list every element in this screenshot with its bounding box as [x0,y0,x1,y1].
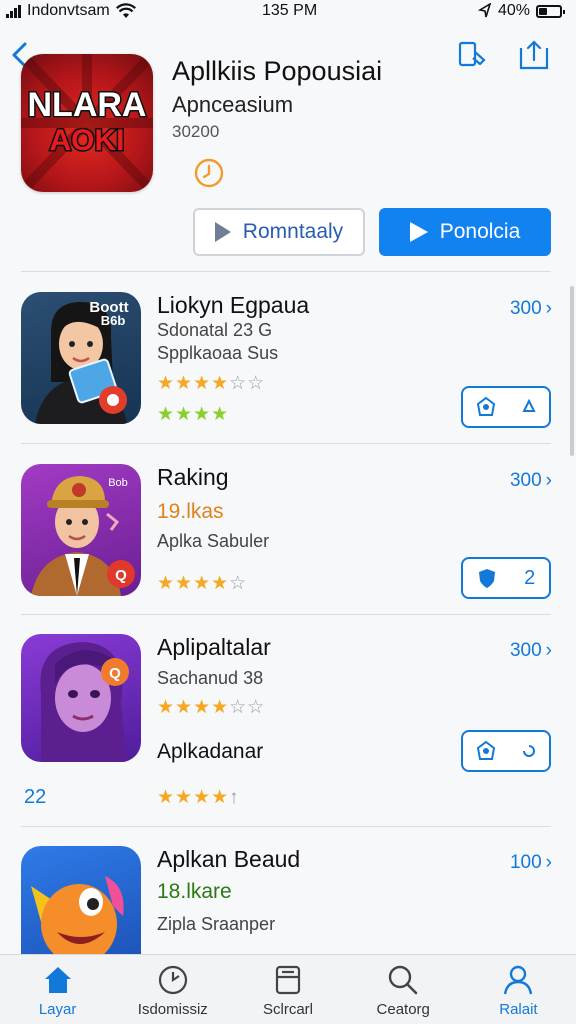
app-icon-woman-tablet: Boott B6b [21,292,141,424]
badge-icon [476,396,495,416]
battery-icon [536,4,565,18]
svg-text:Q: Q [109,665,121,682]
row-left-number: 22 [24,786,47,808]
tab-label: Layar [38,1001,77,1018]
status-right: 40% [477,2,565,20]
clock-icon [158,965,187,995]
app-icon-woman-purple: Q [21,634,141,762]
row-size: 300 [509,640,542,661]
divider [21,271,551,272]
clock-time: 135 PM [262,2,318,19]
play-icon [214,222,231,242]
list-item[interactable]: Aplkan Beaud 18.lkare Zipla Sraanper 100… [0,846,576,954]
chevron-right-icon: › [545,640,552,661]
tab-bar: Layar Isdomissiz Sclrcarl Ceatorg Ralait [0,954,576,1024]
star-rating: ★★★★☆☆ [157,373,266,394]
get-button-label: Ponolcia [439,220,521,243]
hero-icon-text-mid: AOKI [50,124,125,157]
row-line-2: Aplka Sabuler [157,531,270,551]
row-title: Liokyn Egpaua [157,292,310,318]
star-rating-secondary: ★★★★↑ [157,787,240,808]
get-button[interactable]: Ponolcia [379,208,551,256]
home-icon [44,967,71,993]
row-size-link[interactable]: 300 › [510,298,552,320]
carrier-label: Indonvtsam [27,2,110,19]
hero-subtitle: Apnceasium [172,92,294,117]
icon-badge-text: Bob [108,477,128,489]
location-arrow-icon [477,3,492,18]
chevron-right-icon: › [545,298,552,319]
tab-isdomissiz[interactable]: Isdomissiz [115,955,230,1024]
status-left: Indonvtsam [6,2,136,20]
tab-label: Sclrcarl [263,1001,314,1018]
wifi-icon [115,3,136,18]
svg-text:Q: Q [115,567,127,584]
row-line-1: Sdonatal 23 G [157,320,273,340]
preview-button[interactable]: Romntaaly [193,208,365,256]
row-title: Aplkan Beaud [157,846,301,872]
row-line-1: Sachanud 38 [157,668,264,688]
icon-badge-text-2: B6b [101,313,126,328]
app-icon-cartoon-bird [21,846,141,954]
hero-title: Apllkiis Popousiai [172,56,383,86]
timer-badge-icon [194,158,224,188]
divider [21,826,551,827]
preview-button-label: Romntaaly [242,220,344,243]
chevron-right-icon: › [545,470,552,491]
signal-icon [6,4,21,18]
row-line-1: 19.lkas [157,500,224,523]
row-line-2: Spplkaoaa Sus [157,343,279,363]
bell-icon [521,398,536,412]
list-item[interactable]: Q Bob Raking 19.lkas Aplka Sabuler ★★★★☆… [0,464,576,614]
battery-percent: 40% [497,2,530,19]
tab-ralait[interactable]: Ralait [461,955,576,1024]
list-item[interactable]: Q Aplipaltalar Sachanud 38 ★★★★☆☆ Aplkad… [0,634,576,824]
row-size-link[interactable]: 100 › [510,852,552,874]
tab-label: Ralait [499,1001,538,1018]
row-title: Aplipaltalar [157,634,271,660]
app-icon-man-cap: Q Bob [21,464,141,596]
scrollbar[interactable] [570,286,574,456]
row-size: 100 [509,852,542,873]
row-size-link[interactable]: 300 › [510,470,552,492]
tab-ceatorg[interactable]: Ceatorg [346,955,461,1024]
hero-icon-art: NLARA AOKI [21,54,153,192]
action-count: 2 [524,566,536,589]
hero-icon-text-top: NLARA [28,86,147,124]
row-size: 300 [509,470,542,491]
person-icon [504,965,533,995]
badge-icon [476,740,495,760]
battery-fill [539,7,547,15]
divider [21,443,551,444]
shield-icon [478,569,495,588]
tab-sclrcarl[interactable]: Sclrcarl [230,955,345,1024]
chevron-right-icon: › [545,852,552,873]
search-icon [389,965,418,995]
star-rating: ★★★★☆☆ [157,697,266,718]
star-rating: ★★★★☆ [157,573,248,594]
row-action-button[interactable]: 2 [461,557,551,599]
bookmark-tag-icon[interactable] [456,38,490,72]
row-line-1: 18.lkare [157,880,232,903]
refresh-icon [522,745,535,757]
hero-app-icon[interactable]: NLARA AOKI [21,54,153,192]
divider [21,614,551,615]
row-size-link[interactable]: 300 › [510,640,552,662]
tab-label: Isdomissiz [137,1001,208,1018]
play-icon [409,222,428,242]
status-bar: Indonvtsam 135 PM 40% [0,0,576,22]
tab-layar[interactable]: Layar [0,955,115,1024]
list-item[interactable]: Boott B6b Liokyn Egpaua Sdonatal 23 G Sp… [0,292,576,442]
row-action-button[interactable] [461,730,551,772]
hero-count: 30200 [172,122,220,141]
row-size: 300 [509,298,542,319]
tab-label: Ceatorg [376,1001,430,1018]
star-rating-secondary: ★★★★ [157,404,230,425]
row-line-2: Zipla Sraanper [157,914,276,934]
row-line-2: Aplkadanar [157,740,264,763]
share-icon[interactable] [517,38,551,72]
row-action-button[interactable] [461,386,551,428]
row-title: Raking [157,464,229,490]
printer-icon [275,965,301,995]
